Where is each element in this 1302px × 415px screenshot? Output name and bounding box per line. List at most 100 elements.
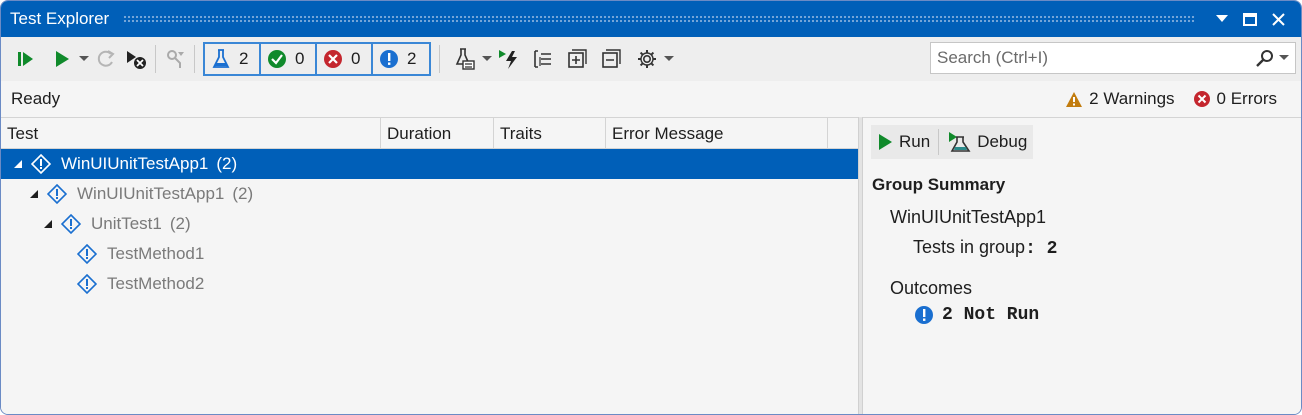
total-tests-chip[interactable]: 2 <box>205 44 261 74</box>
repeat-icon <box>97 50 115 67</box>
outcome-not-run[interactable]: 2 Not Run <box>914 305 1039 325</box>
not-run-tests-chip[interactable]: 2 <box>373 44 429 74</box>
not-run-icon <box>61 214 81 234</box>
expand-all-icon <box>568 49 587 68</box>
flask-icon <box>212 49 230 68</box>
group-by-icon <box>534 50 551 68</box>
not-run-text: 2 Not Run <box>942 305 1040 325</box>
filter-icon <box>167 50 184 68</box>
playlist-dropdown-button[interactable] <box>480 43 494 75</box>
tree-row-class[interactable]: UnitTest1 (2) <box>1 209 858 239</box>
playlist-button[interactable] <box>450 43 480 75</box>
play-icon <box>879 134 892 150</box>
chevron-down-icon <box>1279 55 1289 60</box>
tree-row-namespace[interactable]: WinUIUnitTestApp1 (2) <box>1 179 858 209</box>
tests-in-group-value: : 2 <box>1025 239 1058 259</box>
tree-row-test-method[interactable]: TestMethod1 <box>1 239 858 269</box>
settings-button[interactable] <box>632 43 662 75</box>
errors-count: 0 Errors <box>1216 89 1277 108</box>
detail-debug-button[interactable]: Debug <box>941 125 1033 159</box>
tree-row-label: WinUIUnitTestApp1 <box>61 154 209 173</box>
not-run-icon <box>47 184 67 204</box>
tree-row-label: UnitTest1 <box>91 214 162 233</box>
group-summary-title: Group Summary <box>872 175 1006 194</box>
detail-run-button[interactable]: Run <box>871 125 936 159</box>
column-header-test[interactable]: Test <box>1 118 381 149</box>
toolbar-separator <box>194 45 195 73</box>
passed-tests-count: 0 <box>295 49 305 68</box>
cancel-run-icon <box>127 51 146 69</box>
collapse-all-button[interactable] <box>596 43 626 75</box>
toolbar-separator <box>155 45 156 73</box>
debug-test-icon <box>949 132 971 152</box>
repeat-last-run-button[interactable] <box>91 43 121 75</box>
search-box <box>930 42 1296 74</box>
status-summary: 2 Warnings 0 Errors <box>1053 81 1277 117</box>
run-tests-after-build-button[interactable] <box>494 43 524 75</box>
passed-icon <box>268 50 286 68</box>
failed-tests-count: 0 <box>351 49 361 68</box>
passed-tests-chip[interactable]: 0 <box>261 44 317 74</box>
tree-row-test-method[interactable]: TestMethod2 <box>1 269 858 299</box>
expand-all-button[interactable] <box>562 43 592 75</box>
toolbar-separator <box>439 45 440 73</box>
search-input[interactable] <box>931 48 1255 68</box>
run-all-tests-button[interactable] <box>11 43 41 75</box>
column-header-row: Test Duration Traits Error Message <box>1 118 858 149</box>
expanded-arrow-icon[interactable] <box>43 219 53 229</box>
cancel-run-button[interactable] <box>121 43 151 75</box>
column-header-duration[interactable]: Duration <box>381 118 494 149</box>
collapse-all-icon <box>602 49 621 68</box>
total-tests-count: 2 <box>239 49 249 68</box>
chevron-down-icon <box>664 56 674 61</box>
run-dropdown-button[interactable] <box>77 43 91 75</box>
run-after-build-icon <box>499 50 517 69</box>
settings-dropdown-button[interactable] <box>662 43 676 75</box>
tree-row-project[interactable]: WinUIUnitTestApp1 (2) <box>1 149 858 179</box>
play-icon <box>56 51 69 67</box>
title-bar: Test Explorer <box>1 1 1301 37</box>
window-title: Test Explorer <box>10 9 110 28</box>
filter-button[interactable] <box>160 43 190 75</box>
expanded-arrow-icon[interactable] <box>13 159 23 169</box>
detail-toolbar: Run Debug <box>871 125 1034 159</box>
column-header-traits[interactable]: Traits <box>494 118 606 149</box>
run-all-icon <box>18 52 33 66</box>
close-icon[interactable] <box>1265 6 1291 32</box>
title-drag-grip[interactable] <box>123 14 1195 24</box>
not-run-icon <box>77 244 97 264</box>
failed-tests-chip[interactable]: 0 <box>317 44 373 74</box>
failed-icon <box>324 50 342 68</box>
group-name: WinUIUnitTestApp1 <box>890 207 1047 227</box>
tree-row-label: TestMethod2 <box>107 274 205 293</box>
group-by-button[interactable] <box>528 43 558 75</box>
outcomes-label: Outcomes <box>890 278 973 298</box>
test-explorer-window: Test Explorer 2 0 0 2 Search (Ctrl+I) Re… <box>0 0 1302 415</box>
not-run-icon <box>31 154 51 174</box>
playlist-icon <box>455 48 475 70</box>
maximize-icon[interactable] <box>1237 6 1263 32</box>
errors-indicator[interactable]: 0 Errors <box>1193 89 1277 109</box>
tree-row-count: (2) <box>216 154 238 173</box>
dropdown-icon[interactable] <box>1209 6 1235 32</box>
search-options-dropdown[interactable] <box>1279 55 1289 61</box>
chevron-down-icon <box>79 56 89 61</box>
status-text: Ready <box>11 89 61 108</box>
search-icon[interactable] <box>1255 48 1275 68</box>
warnings-indicator[interactable]: 2 Warnings <box>1065 89 1175 109</box>
column-header-error-message[interactable]: Error Message <box>606 118 828 149</box>
not-run-icon <box>915 306 933 324</box>
error-icon <box>1193 91 1210 107</box>
not-run-icon <box>77 274 97 294</box>
warnings-count: 2 Warnings <box>1089 89 1175 108</box>
detail-run-label: Run <box>899 132 931 151</box>
toolbar: 2 0 0 2 <box>1 37 1301 81</box>
run-button[interactable] <box>47 43 77 75</box>
outcome-filter-group: 2 0 0 2 <box>203 42 431 76</box>
tests-in-group: Tests in group: 2 <box>913 237 1057 259</box>
tree-row-label: TestMethod1 <box>107 244 205 263</box>
detail-pane: Run Debug Group Summary WinUIUnitTestApp… <box>863 117 1301 414</box>
chevron-down-icon <box>482 56 492 61</box>
not-run-icon <box>380 50 398 68</box>
expanded-arrow-icon[interactable] <box>29 189 39 199</box>
